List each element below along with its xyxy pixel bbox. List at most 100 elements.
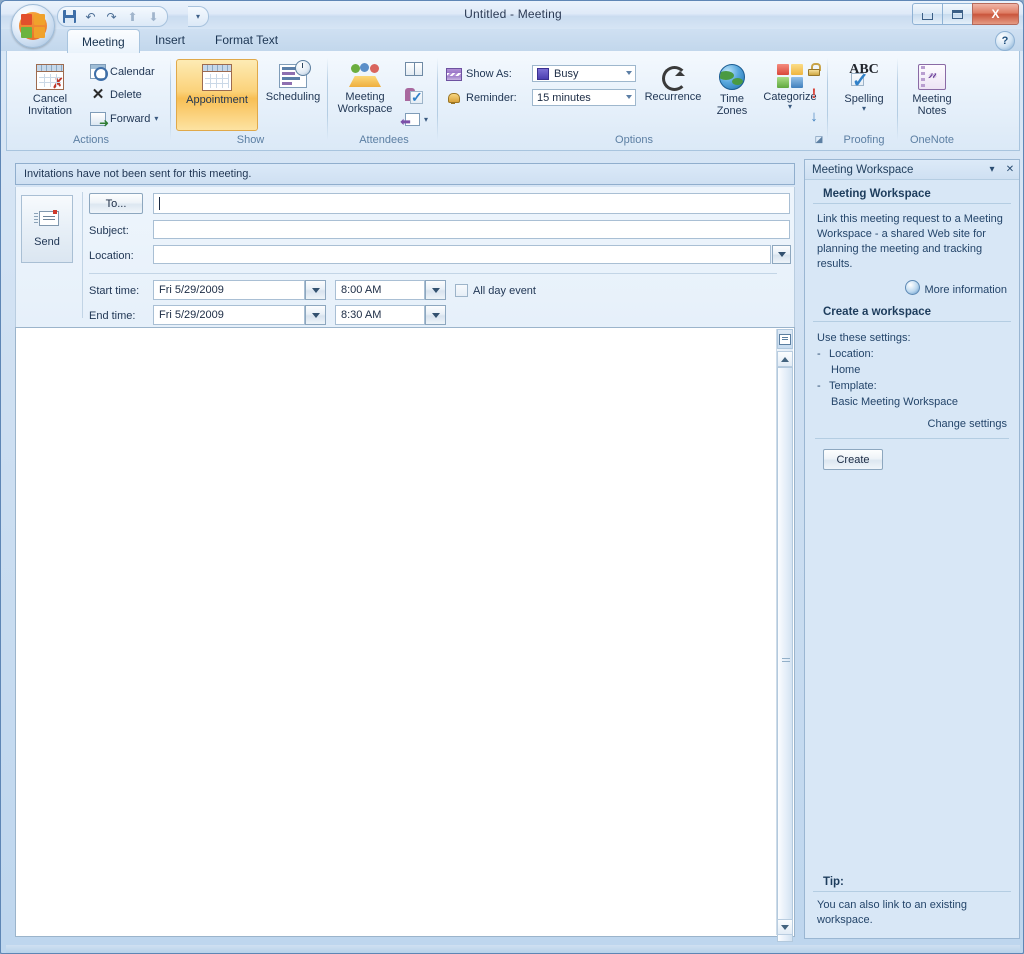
chevron-down-icon [311, 312, 320, 318]
next-item-button[interactable]: ⬇ [144, 8, 163, 25]
spelling-caret-icon[interactable]: ▾ [862, 105, 866, 113]
settings-location-row: - Location: [805, 346, 1019, 362]
more-information-link[interactable]: More information [924, 284, 1007, 296]
reminder-combo[interactable]: 15 minutes [532, 89, 636, 106]
task-pane-header: Meeting Workspace ▾ ✕ [805, 160, 1019, 180]
office-logo-icon [19, 12, 47, 40]
send-icon [34, 210, 60, 230]
start-clock-input[interactable]: 8:00 AM [335, 280, 425, 300]
task-pane-section-title-2: Create a workspace [813, 306, 1011, 322]
calendar-button[interactable]: Calendar [87, 62, 167, 81]
meeting-body-editor[interactable] [15, 327, 795, 942]
cancel-invitation-button[interactable]: ✗ Cancel Invitation [19, 59, 81, 131]
attendee-head-1 [351, 64, 360, 73]
task-pane-menu-button[interactable]: ▾ [983, 161, 1001, 179]
show-as-combo[interactable]: Busy [532, 65, 636, 82]
response-options-caret-icon[interactable]: ▾ [424, 115, 428, 124]
info-bar: Invitations have not been sent for this … [15, 163, 795, 185]
meeting-notes-button[interactable]: 𝓃 Meeting Notes [902, 59, 962, 131]
create-workspace-button[interactable]: Create [823, 449, 883, 470]
previous-item-button[interactable]: ⬆ [123, 8, 142, 25]
appointment-label: Appointment [186, 94, 248, 106]
private-button[interactable] [805, 61, 823, 78]
help-icon[interactable]: ? [995, 31, 1015, 51]
category-yellow [791, 64, 803, 75]
change-settings-link[interactable]: Change settings [928, 418, 1008, 430]
chevron-down-icon[interactable] [626, 71, 632, 75]
end-clock-dropdown-button[interactable] [425, 305, 446, 325]
ribbon-group-label-proofing: Proofing [843, 134, 885, 146]
customize-quick-access-button[interactable]: ▾ [188, 6, 209, 27]
check-names-button[interactable]: ✓ [402, 86, 424, 105]
task-pane-tip-section: Tip: You can also link to an existing wo… [805, 876, 1019, 928]
delete-button[interactable]: ✕ Delete [87, 86, 167, 103]
down-arrow-icon: ↓ [810, 108, 818, 125]
location-input[interactable] [153, 245, 771, 264]
to-button[interactable]: To... [89, 193, 143, 214]
task-pane-close-button[interactable]: ✕ [1001, 161, 1019, 179]
appointment-button[interactable]: Appointment [176, 59, 258, 131]
meeting-window: Untitled - Meeting X ↶ ↷ ⬆ ⬇ ▾ Meeting I… [0, 0, 1024, 954]
low-importance-button[interactable]: ↓ [805, 108, 823, 125]
subject-input[interactable] [153, 220, 790, 239]
maximize-button[interactable] [942, 3, 973, 25]
onenote-icon: 𝓃 [918, 64, 946, 90]
time-zones-label-line2: Zones [716, 105, 748, 117]
tab-insert[interactable]: Insert [141, 29, 199, 51]
forward-caret-icon[interactable]: ▾ [154, 115, 158, 123]
scheduling-button[interactable]: Scheduling [261, 59, 325, 131]
close-button[interactable]: X [972, 3, 1019, 25]
categorize-caret-icon[interactable]: ▾ [788, 103, 792, 111]
lock-icon [808, 63, 821, 76]
high-importance-button[interactable]: ! [805, 85, 823, 102]
forward-button[interactable]: ➜ Forward ▾ [87, 110, 171, 129]
address-book-button[interactable] [402, 60, 426, 78]
end-date-dropdown-button[interactable] [305, 305, 326, 325]
scroll-down-button[interactable] [777, 919, 793, 935]
group-separator [170, 58, 171, 140]
spelling-button[interactable]: ABC ✓ Spelling ▾ [836, 59, 892, 131]
end-date-input[interactable]: Fri 5/29/2009 [153, 305, 305, 325]
undo-button[interactable]: ↶ [81, 8, 100, 25]
all-day-event-checkbox[interactable] [455, 284, 468, 297]
send-button[interactable]: Send [21, 195, 73, 263]
magnifier-icon [94, 67, 108, 81]
to-input[interactable] [153, 193, 790, 214]
start-date-dropdown-button[interactable] [305, 280, 326, 300]
change-settings-row[interactable]: Change settings [805, 418, 1019, 430]
redo-button[interactable]: ↷ [102, 8, 121, 25]
recurrence-button[interactable]: Recurrence [640, 59, 706, 131]
meeting-workspace-label-line2: Workspace [337, 103, 393, 115]
calendar-icon [90, 64, 108, 81]
recurrence-icon [660, 64, 687, 91]
all-day-event-label: All day event [473, 285, 536, 297]
location-dropdown-button[interactable] [772, 245, 791, 264]
body-vertical-scrollbar[interactable] [776, 329, 793, 942]
start-date-input[interactable]: Fri 5/29/2009 [153, 280, 305, 300]
save-button[interactable] [60, 8, 79, 25]
minimize-button[interactable] [912, 3, 943, 25]
scroll-thumb[interactable] [777, 367, 793, 942]
options-dialog-launcher[interactable]: ◪ [813, 133, 825, 145]
more-information-row[interactable]: More information [805, 280, 1019, 296]
tab-format-text[interactable]: Format Text [201, 29, 292, 51]
split-pane-button[interactable] [777, 329, 793, 349]
chevron-down-icon [781, 924, 789, 930]
delete-label: Delete [110, 88, 142, 101]
cancel-invitation-icon: ✗ [36, 64, 64, 90]
send-marker [53, 210, 57, 214]
orb-quadrant-1 [21, 14, 32, 25]
chevron-down-icon[interactable] [626, 95, 632, 99]
tip-title: Tip: [813, 876, 1011, 892]
office-button[interactable] [11, 4, 55, 48]
end-clock-input[interactable]: 8:30 AM [335, 305, 425, 325]
ribbon: ✗ Cancel Invitation Calendar ✕ Delete ➜ … [6, 51, 1020, 151]
time-zones-button[interactable]: Time Zones [708, 59, 756, 131]
scroll-up-button[interactable] [777, 351, 793, 367]
scroll-grip-icon [782, 658, 790, 664]
response-options-icon: ⬅ [400, 113, 420, 128]
tab-meeting[interactable]: Meeting [67, 29, 140, 53]
response-options-button[interactable]: ⬅ ▾ [400, 111, 431, 128]
meeting-workspace-button[interactable]: Meeting Workspace [332, 59, 398, 131]
start-clock-dropdown-button[interactable] [425, 280, 446, 300]
